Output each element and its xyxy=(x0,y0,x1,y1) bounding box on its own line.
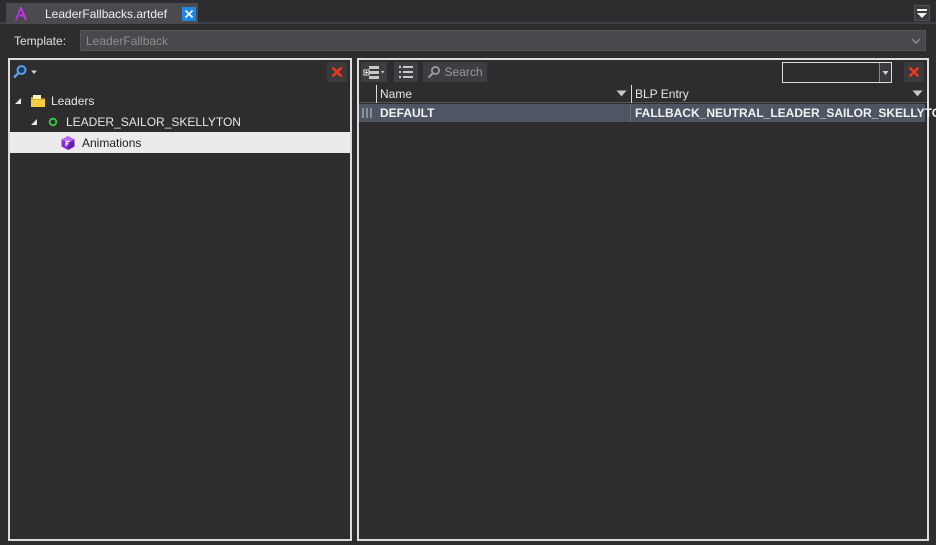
filter-combobox[interactable] xyxy=(782,62,892,83)
menu-dropdown-icon xyxy=(917,9,927,18)
template-combobox[interactable]: LeaderFallback xyxy=(80,30,926,51)
cell-name[interactable]: DEFAULT xyxy=(380,106,434,120)
table-row[interactable]: DEFAULT FALLBACK_NEUTRAL_LEADER_SAILOR_S… xyxy=(359,104,936,122)
tree-item-animations[interactable]: Animations xyxy=(10,132,350,153)
tree-panel: Leaders LEADER_SAILOR_SKELLYTON Animatio… xyxy=(8,58,352,541)
template-label: Template: xyxy=(14,34,67,48)
column-filter-icon[interactable] xyxy=(912,90,923,97)
add-entry-button[interactable] xyxy=(361,62,387,82)
tree-toolbar xyxy=(10,60,350,84)
clear-search-button[interactable] xyxy=(327,62,347,82)
column-filter-icon[interactable] xyxy=(616,90,627,97)
column-header-label: BLP Entry xyxy=(635,87,689,101)
green-circle-icon xyxy=(48,114,58,130)
column-header-label: Name xyxy=(380,87,413,101)
document-tab-strip: LeaderFallbacks.artdef xyxy=(0,0,936,24)
asset-tree: Leaders LEADER_SAILOR_SKELLYTON Animatio… xyxy=(10,90,350,153)
row-divider xyxy=(630,104,631,122)
expand-triangle-icon[interactable] xyxy=(12,97,24,105)
template-row: Template: LeaderFallback xyxy=(0,28,936,52)
column-header-name[interactable]: Name xyxy=(376,85,631,103)
chevron-down-icon xyxy=(882,70,889,75)
tree-item-label: Leaders xyxy=(51,93,95,108)
tree-item-label: Animations xyxy=(82,135,142,150)
folder-icon xyxy=(30,93,46,109)
grid-toolbar: Search xyxy=(359,60,927,84)
column-header-blp-entry[interactable]: BLP Entry xyxy=(631,85,927,103)
close-icon xyxy=(908,66,920,78)
window-menu-button[interactable] xyxy=(914,5,930,21)
tree-search-field[interactable] xyxy=(10,60,326,84)
cell-blp-entry[interactable]: FALLBACK_NEUTRAL_LEADER_SAILOR_SKELLYTON xyxy=(635,106,936,120)
search-icon xyxy=(428,66,441,79)
tree-item-leader-sailor-skellyton[interactable]: LEADER_SAILOR_SKELLYTON xyxy=(10,111,350,132)
grid-header: Name BLP Entry xyxy=(359,85,927,103)
filter-dropdown-button[interactable] xyxy=(879,63,891,82)
row-drag-handle-icon[interactable] xyxy=(362,108,372,118)
purple-cube-icon xyxy=(60,135,76,151)
expand-triangle-icon[interactable] xyxy=(28,118,40,126)
close-icon xyxy=(331,66,343,78)
artdef-file-icon xyxy=(14,6,28,21)
list-options-button[interactable] xyxy=(394,62,418,82)
tab-title: LeaderFallbacks.artdef xyxy=(45,6,168,21)
document-tab[interactable]: LeaderFallbacks.artdef xyxy=(6,3,198,24)
tree-search-dropdown[interactable] xyxy=(12,63,40,81)
chevron-down-icon xyxy=(31,70,37,74)
search-button-label: Search xyxy=(444,65,483,79)
tree-item-label: LEADER_SAILOR_SKELLYTON xyxy=(66,114,241,129)
search-button[interactable]: Search xyxy=(423,62,487,82)
close-icon[interactable] xyxy=(182,7,196,21)
entries-panel: Search Name BLP Entry DEFAULT FALLBACK_N… xyxy=(357,58,936,541)
list-icon xyxy=(398,65,413,78)
clear-filter-button[interactable] xyxy=(904,62,924,82)
tree-item-leaders[interactable]: Leaders xyxy=(10,90,350,111)
add-row-icon xyxy=(363,66,385,79)
search-icon xyxy=(13,65,27,79)
chevron-down-icon xyxy=(911,35,921,49)
template-value: LeaderFallback xyxy=(86,34,169,48)
